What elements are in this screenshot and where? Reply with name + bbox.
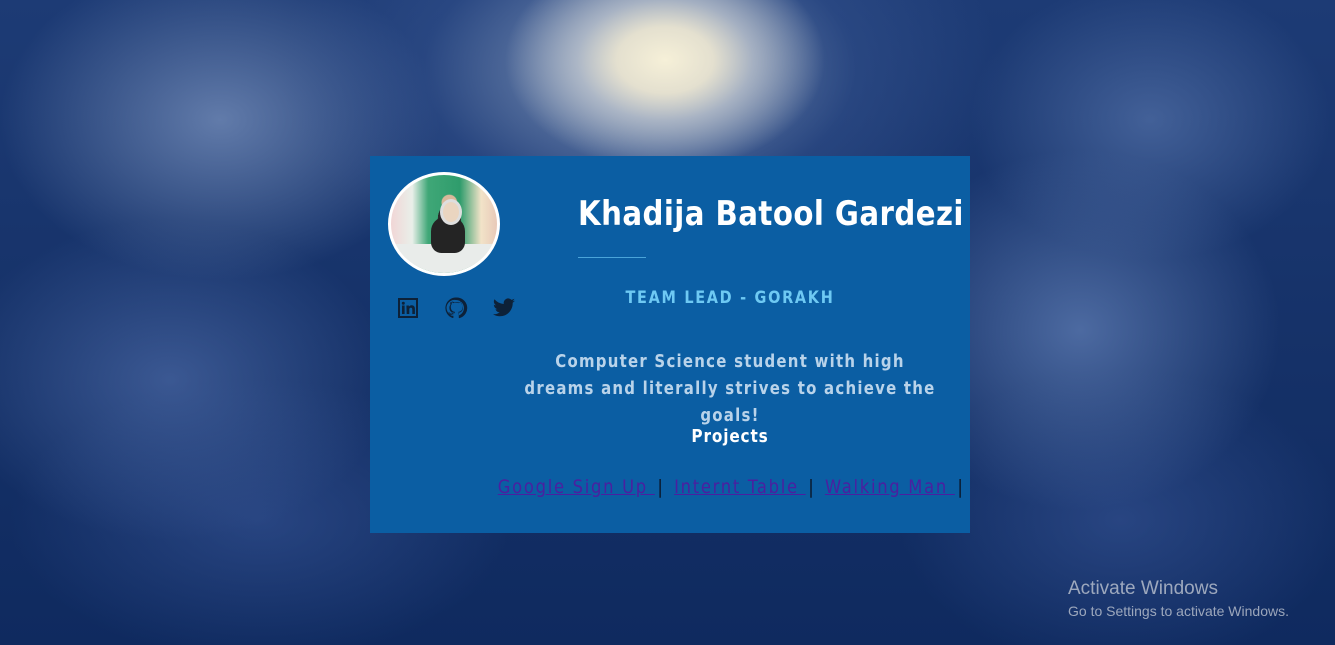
- link-separator: |: [957, 476, 965, 498]
- profile-bio: Computer Science student with high dream…: [524, 351, 936, 426]
- linkedin-link[interactable]: [384, 296, 432, 320]
- twitter-icon: [493, 298, 515, 317]
- page: { "profile": { "name": "Khadija Batool G…: [0, 0, 1335, 645]
- project-link-internt-table[interactable]: Internt Table: [674, 476, 806, 498]
- social-links: [384, 296, 528, 320]
- project-link-google-sign-up[interactable]: Google Sign Up: [498, 476, 655, 498]
- github-icon: [445, 297, 468, 319]
- title-divider: [578, 257, 646, 258]
- profile-role: TEAM LEAD - GORAKH: [625, 288, 835, 308]
- project-links: Google Sign Up | Internt Table | Walking…: [498, 476, 963, 498]
- link-separator: |: [657, 476, 665, 498]
- github-link[interactable]: [432, 296, 480, 320]
- avatar-head: [440, 199, 462, 225]
- profile-name: Khadija Batool Gardezi: [578, 194, 964, 234]
- projects-heading: Projects: [691, 426, 769, 447]
- twitter-link[interactable]: [480, 296, 528, 320]
- profile-card: Khadija Batool Gardezi TEAM LEAD - GORAK…: [370, 156, 970, 533]
- profile-avatar: [388, 172, 500, 276]
- project-link-walking-man[interactable]: Walking Man: [825, 476, 955, 498]
- windows-activation-watermark: Activate Windows Go to Settings to activ…: [1068, 578, 1289, 622]
- link-separator: |: [808, 476, 816, 498]
- linkedin-icon: [398, 298, 418, 318]
- watermark-subtitle: Go to Settings to activate Windows.: [1068, 603, 1289, 619]
- watermark-title: Activate Windows: [1068, 578, 1218, 599]
